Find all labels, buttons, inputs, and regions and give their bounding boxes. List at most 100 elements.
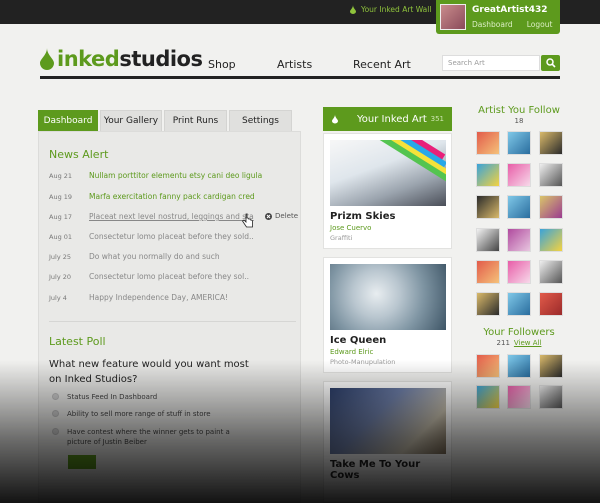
followers-count: 211 View All [466,339,572,347]
tab-your-gallery[interactable]: Your Gallery [100,110,162,131]
art-card[interactable]: Take Me To Your Cows [323,381,452,503]
news-item[interactable]: Aug 19 Marfa exercitation fanny pack card… [49,192,255,201]
art-author[interactable]: Edward Elric [330,348,373,356]
search-button[interactable] [541,55,560,71]
news-alert-title: News Alert [49,148,109,161]
dashboard-panel [38,131,301,503]
radio-button[interactable] [52,393,59,400]
follower-avatar[interactable] [476,385,500,409]
artist-avatar[interactable] [507,163,531,187]
followers-count-value: 211 [496,339,510,347]
artist-avatar[interactable] [539,195,563,219]
view-all-link[interactable]: View All [514,339,542,347]
search-input[interactable]: Search Art [442,55,540,71]
follower-avatar[interactable] [476,354,500,378]
news-item[interactable]: July 20 Consectetur lomo placeat before t… [49,272,249,281]
avatar[interactable] [440,4,466,30]
poll-option-label: Ability to sell more range of stuff in s… [67,410,211,418]
news-text[interactable]: Marfa exercitation fanny pack cardigan c… [89,192,255,201]
delete-label: Delete [275,212,298,220]
poll-option[interactable]: Ability to sell more range of stuff in s… [52,409,211,419]
ink-drop-icon [350,5,356,14]
follower-avatar[interactable] [507,385,531,409]
news-date: July 20 [49,273,72,281]
site-logo[interactable]: inkedstudios [40,47,203,71]
artist-avatar[interactable] [476,163,500,187]
radio-button[interactable] [52,410,59,417]
news-text[interactable]: Nullam porttitor elementu etsy cani deo … [89,171,262,180]
news-item[interactable]: Aug 17 Placeat next level nostrud, leggin… [49,212,254,221]
news-item[interactable]: July 4 Happy Independence Day, AMERICA! [49,293,228,302]
tab-settings[interactable]: Settings [229,110,292,131]
artist-avatar[interactable] [476,228,500,252]
nav-shop[interactable]: Shop [208,58,236,71]
art-wall-header: Your Inked Art 351 [323,107,452,131]
news-item[interactable]: July 25 Do what you normally do and such [49,252,220,261]
ink-drop-icon [332,114,338,124]
art-wall-link[interactable]: Your Inked Art Wall [350,5,431,14]
delete-button[interactable]: Delete [265,212,298,220]
tab-dashboard[interactable]: Dashboard [38,110,98,131]
logout-link[interactable]: Logout [527,20,553,29]
artist-avatar[interactable] [539,292,563,316]
artist-avatar[interactable] [507,195,531,219]
art-count: 351 [430,115,444,123]
nav-recent-art[interactable]: Recent Art [353,58,411,71]
username[interactable]: GreatArtist432 [472,5,548,15]
artist-avatar[interactable] [476,260,500,284]
news-date: July 4 [49,294,67,302]
poll-option-label: Have contest where the winner gets to pa… [67,428,230,446]
poll-question: What new feature would you want most on … [49,359,249,385]
artwork-thumbnail[interactable] [330,140,446,206]
poll-option-label: Status Feed In Dashboard [67,393,158,401]
news-item[interactable]: Aug 21 Nullam porttitor elementu etsy can… [49,171,262,180]
artist-avatar[interactable] [539,163,563,187]
artist-avatar[interactable] [539,260,563,284]
follower-avatar[interactable] [539,385,563,409]
news-text[interactable]: Consectetur lomo placeat before they sol… [89,232,254,241]
poll-option[interactable]: Status Feed In Dashboard [52,392,157,402]
art-card[interactable]: Prizm Skies Jose Cuervo Graffiti [323,133,452,249]
latest-poll-title: Latest Poll [49,335,106,348]
art-author[interactable]: Jose Cuervo [330,224,371,232]
dashboard-link[interactable]: Dashboard [472,20,513,29]
art-title[interactable]: Prizm Skies [330,211,395,222]
news-text[interactable]: Consectetur lomo placeat before they sol… [89,272,249,281]
tab-print-runs[interactable]: Print Runs [164,110,227,131]
vote-button[interactable] [68,455,96,469]
artist-avatar[interactable] [476,292,500,316]
news-text[interactable]: Placeat next level nostrud, leggings and… [89,212,254,221]
news-date: Aug 19 [49,193,73,201]
news-text[interactable]: Happy Independence Day, AMERICA! [89,293,228,302]
artists-you-follow-title: Artist You Follow [478,105,560,116]
news-date: July 25 [49,253,72,261]
news-date: Aug 17 [49,213,73,221]
hand-cursor-icon [242,213,253,228]
artist-avatar[interactable] [476,195,500,219]
follower-avatar[interactable] [507,354,531,378]
search-icon [545,58,556,68]
news-text[interactable]: Do what you normally do and such [89,252,220,261]
art-title[interactable]: Take Me To Your Cows [330,459,451,481]
artist-avatar[interactable] [507,131,531,155]
artist-avatar[interactable] [507,292,531,316]
art-category: Graffiti [330,234,353,242]
radio-button[interactable] [52,428,59,435]
art-wall-link-label: Your Inked Art Wall [361,5,432,14]
artist-avatar[interactable] [476,131,500,155]
user-menu: GreatArtist432 Dashboard Logout [436,0,560,34]
artist-avatar[interactable] [539,228,563,252]
nav-artists[interactable]: Artists [277,58,312,71]
follower-avatar[interactable] [539,354,563,378]
news-item[interactable]: Aug 01 Consectetur lomo placeat before th… [49,232,254,241]
artist-avatar[interactable] [539,131,563,155]
your-followers-title: Your Followers [483,327,555,338]
artist-avatar[interactable] [507,260,531,284]
artist-avatar[interactable] [507,228,531,252]
art-title[interactable]: Ice Queen [330,335,386,346]
following-count: 18 [514,117,524,125]
artwork-thumbnail[interactable] [330,264,446,330]
art-card[interactable]: Ice Queen Edward Elric Photo-Manupulatio… [323,257,452,373]
poll-option[interactable]: Have contest where the winner gets to pa… [52,427,242,447]
artwork-thumbnail[interactable] [330,388,446,454]
